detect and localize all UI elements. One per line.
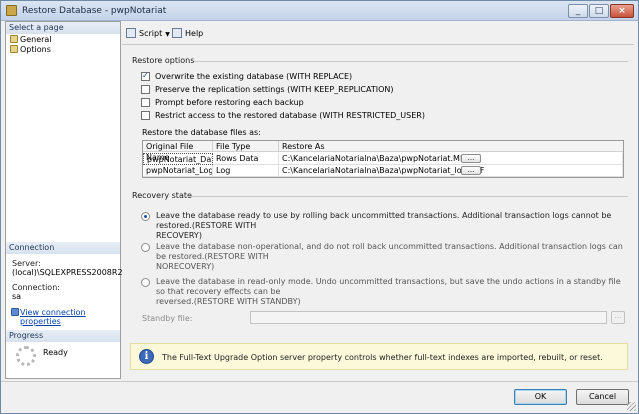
connection-header: Connection: [6, 242, 120, 254]
progress-spinner-icon: [16, 346, 36, 366]
checkbox-box[interactable]: [141, 71, 150, 81]
column-header-restore-as[interactable]: Restore As: [279, 141, 623, 152]
progress-status: Ready: [43, 348, 68, 357]
cell-file-type[interactable]: Rows Data: [213, 153, 279, 165]
radio-label-line: reversed.(RESTORE WITH STANDBY): [156, 297, 301, 306]
help-label: Help: [185, 29, 204, 38]
checkbox-label: Overwrite the existing database (WITH RE…: [155, 72, 353, 81]
column-header-file-type[interactable]: File Type: [213, 141, 279, 152]
connection-label: Connection:: [12, 283, 60, 292]
page-item-options[interactable]: Options: [10, 45, 51, 55]
window-title: Restore Database - pwpNotariat: [22, 6, 167, 16]
cell-file-type[interactable]: Log: [213, 165, 279, 177]
page-label: General: [20, 35, 52, 44]
cell-restore-as[interactable]: C:\KancelariaNotarialna\Baza\pwpNotariat…: [279, 153, 623, 165]
standby-browse-button[interactable]: ...: [611, 311, 625, 324]
checkbox-box[interactable]: [141, 98, 150, 107]
server-label: Server:: [12, 259, 41, 268]
resize-grip-icon[interactable]: [627, 402, 636, 411]
toolbar-divider: [122, 44, 634, 45]
radio-button[interactable]: [141, 278, 150, 287]
browse-button[interactable]: ...: [461, 154, 481, 163]
maximize-button[interactable]: □: [589, 4, 609, 18]
radio-button[interactable]: [141, 243, 150, 252]
browse-button[interactable]: ...: [461, 166, 481, 175]
radio-label: Leave the database in read-only mode. Un…: [156, 277, 626, 307]
script-button[interactable]: Script ▼: [126, 28, 170, 40]
page-item-general[interactable]: General: [10, 35, 52, 45]
restore-database-dialog: Restore Database - pwpNotariat _ □ × Sel…: [0, 0, 639, 414]
options-page: Script▼ Help Restore options Overwrite t…: [122, 21, 634, 379]
info-message: i The Full-Text Upgrade Option server pr…: [130, 343, 628, 370]
connection-properties-icon: [11, 308, 19, 316]
ok-button[interactable]: OK: [514, 389, 567, 405]
radio-label-line: RECOVERY): [156, 231, 202, 240]
cell-original-file-name[interactable]: pwpNotariat_Log: [143, 165, 213, 177]
script-label: Script: [139, 29, 163, 38]
page-icon: [10, 35, 18, 43]
page-label: Options: [20, 45, 51, 54]
checkbox-label: Restrict access to the restored database…: [155, 111, 425, 120]
page-icon: [10, 45, 18, 53]
minimize-button[interactable]: _: [568, 4, 588, 18]
overwrite-checkbox[interactable]: Overwrite the existing database (WITH RE…: [141, 71, 353, 82]
section-divider: [194, 61, 628, 62]
database-icon: [6, 5, 17, 16]
cancel-button[interactable]: Cancel: [576, 389, 629, 405]
section-divider: [186, 196, 628, 197]
restore-files-grid[interactable]: Original File Name File Type Restore As …: [142, 140, 624, 178]
left-pane: Select a page General Options Connection…: [5, 21, 123, 379]
prompt-before-restore-checkbox[interactable]: Prompt before restoring each backup: [141, 98, 304, 108]
connection-value: sa: [12, 292, 22, 301]
preserve-replication-checkbox[interactable]: Preserve the replication settings (WITH …: [141, 85, 394, 95]
cell-restore-as[interactable]: C:\KancelariaNotarialna\Baza\pwpNotariat…: [279, 165, 623, 177]
cell-original-file-name[interactable]: pwpNotariat_Data: [143, 153, 213, 165]
radio-label: Leave the database non-operational, and …: [156, 242, 626, 272]
radio-label: Leave the database ready to use by rolli…: [156, 211, 626, 241]
checkbox-box[interactable]: [141, 85, 150, 94]
progress-header: Progress: [6, 330, 120, 342]
checkbox-label: Prompt before restoring each backup: [155, 98, 304, 107]
column-header-original-file-name[interactable]: Original File Name: [143, 141, 213, 162]
title-bar[interactable]: Restore Database - pwpNotariat _ □ ×: [1, 1, 638, 21]
standby-file-label: Standby file:: [142, 314, 193, 323]
script-icon: [126, 28, 136, 38]
radio-button[interactable]: [141, 212, 150, 221]
view-connection-properties-link[interactable]: View connection properties: [20, 308, 120, 326]
dropdown-arrow-icon[interactable]: ▼: [165, 31, 170, 38]
restrict-access-checkbox[interactable]: Restrict access to the restored database…: [141, 111, 425, 121]
radio-label-line: NORECOVERY): [156, 262, 215, 271]
info-text: The Full-Text Upgrade Option server prop…: [162, 353, 603, 362]
radio-label-line: Leave the database non-operational, and …: [156, 242, 623, 261]
info-icon: i: [139, 349, 154, 364]
select-page-header: Select a page: [6, 22, 120, 34]
checkbox-label: Preserve the replication settings (WITH …: [155, 85, 394, 94]
close-button[interactable]: ×: [610, 4, 634, 18]
restore-options-title: Restore options: [132, 56, 195, 65]
restore-files-label: Restore the database files as:: [142, 128, 261, 137]
standby-file-input[interactable]: [250, 311, 607, 324]
radio-label-line: Leave the database in read-only mode. Un…: [156, 277, 621, 296]
help-icon: [172, 28, 182, 38]
radio-label-line: Leave the database ready to use by rolli…: [156, 211, 612, 230]
checkbox-box[interactable]: [141, 111, 150, 120]
server-value: (local)\SQLEXPRESS2008R2: [12, 268, 123, 277]
footer-divider: [1, 381, 638, 382]
help-button[interactable]: Help: [172, 28, 203, 39]
recovery-state-title: Recovery state: [132, 191, 192, 200]
